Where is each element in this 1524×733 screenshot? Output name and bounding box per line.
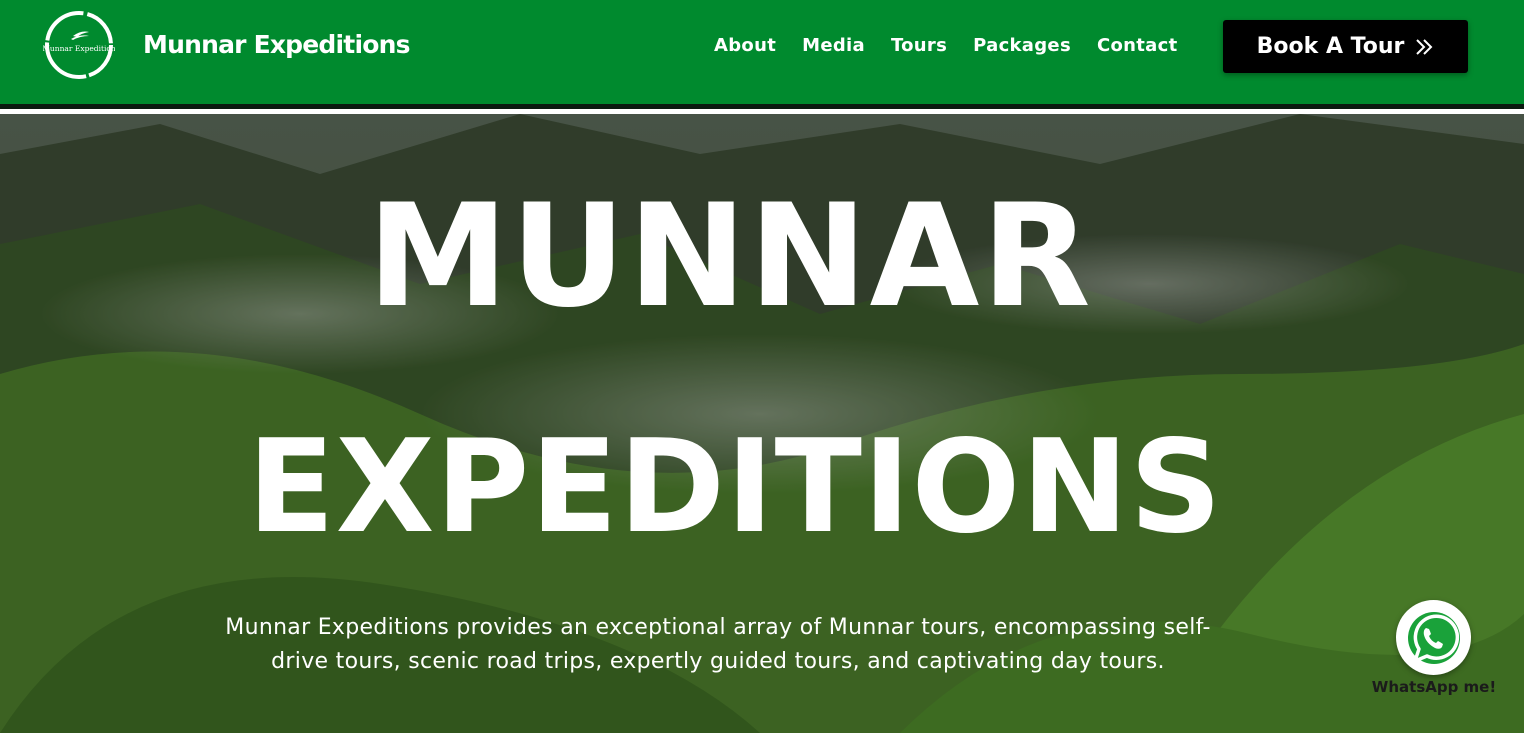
nav-about[interactable]: About [714,35,776,56]
hero-title-line1: MUNNAR [367,174,1093,339]
brand-name[interactable]: Munnar Expeditions [143,30,410,59]
nav-media[interactable]: Media [802,35,865,56]
hero-section: MUNNAR EXPEDITIONS Munnar Expeditions pr… [0,114,1524,733]
whatsapp-icon [1407,611,1460,664]
nav-contact[interactable]: Contact [1097,35,1178,56]
logo-ring-icon: Munnar Expedition [42,11,116,79]
whatsapp-label[interactable]: WhatsApp me! [1352,678,1516,696]
logo-text: Munnar Expedition [43,44,115,53]
book-a-tour-button[interactable]: Book A Tour [1223,20,1468,73]
book-a-tour-label: Book A Tour [1256,34,1405,59]
whatsapp-button[interactable] [1396,600,1471,675]
main-nav: About Media Tours Packages Contact [714,35,1178,56]
double-chevron-right-icon [1416,38,1433,55]
nav-tours[interactable]: Tours [891,35,947,56]
nav-packages[interactable]: Packages [973,35,1071,56]
site-logo[interactable]: Munnar Expedition [42,9,116,81]
hero-description: Munnar Expeditions provides an exception… [225,615,1211,674]
site-header: Munnar Expedition Munnar Expeditions Abo… [0,0,1524,109]
hero-title-line2: EXPEDITIONS [247,413,1223,562]
